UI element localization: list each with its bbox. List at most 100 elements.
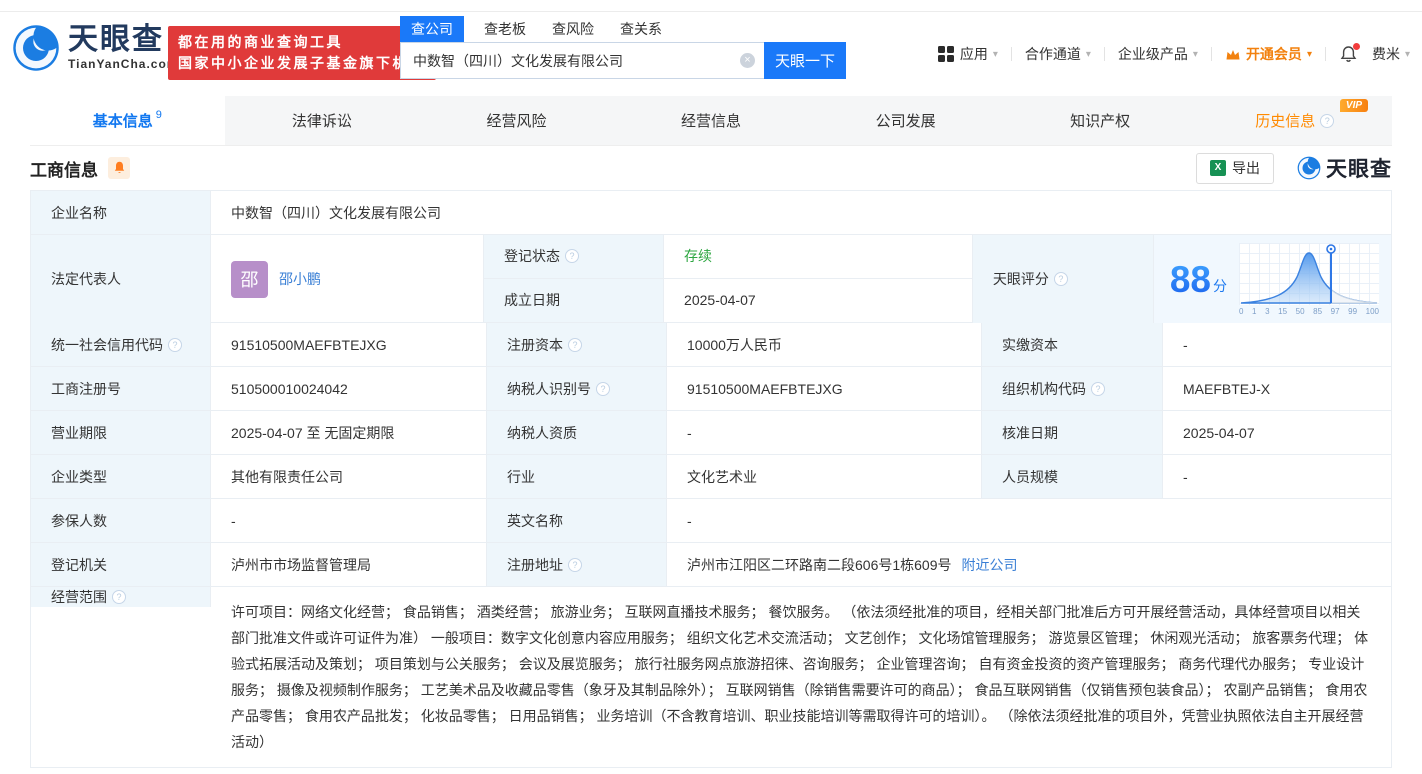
- menu-divider: [1211, 47, 1212, 61]
- score-axis-ticks: 0131550859799100: [1239, 307, 1379, 316]
- search-tab-risk[interactable]: 查风险: [552, 16, 594, 42]
- help-icon[interactable]: ?: [565, 249, 579, 263]
- english-name-value: -: [667, 499, 1391, 542]
- reg-authority-value: 泸州市市场监督管理局: [211, 543, 487, 586]
- english-name-label: 英文名称: [487, 499, 667, 542]
- score-number: 88: [1170, 261, 1211, 298]
- taxpayer-id-label: 纳税人识别号?: [487, 367, 667, 410]
- export-button[interactable]: X 导出: [1196, 153, 1274, 184]
- tab-company-development[interactable]: 公司发展: [808, 96, 1003, 145]
- tab-intellectual-property[interactable]: 知识产权: [1003, 96, 1198, 145]
- business-term-value: 2025-04-07 至 无固定期限: [211, 411, 487, 454]
- tab-basic-info[interactable]: 基本信息 9: [30, 96, 225, 145]
- taxpayer-id-value: 91510500MAEFBTEJXG: [667, 367, 982, 410]
- tyc-score-value[interactable]: 88 分: [1154, 235, 1391, 323]
- table-row: 企业类型 其他有限责任公司 行业 文化艺术业 人员规模 -: [31, 455, 1391, 499]
- business-info-table: 企业名称 中数智（四川）文化发展有限公司 法定代表人 邵 邵小鹏 登记状态 ? …: [30, 190, 1392, 768]
- reg-capital-label: 注册资本?: [487, 323, 667, 366]
- table-row: 营业期限 2025-04-07 至 无固定期限 纳税人资质 - 核准日期 202…: [31, 411, 1391, 455]
- reg-number-label: 工商注册号: [31, 367, 211, 410]
- brand-slogan-badge: 都在用的商业查询工具 国家中小企业发展子基金旗下机构: [168, 26, 436, 80]
- table-row: 登记机关 泸州市市场监督管理局 注册地址? 泸州市江阳区二环路南二段606号1栋…: [31, 543, 1391, 587]
- apps-grid-icon: [938, 46, 954, 62]
- bell-icon: [113, 161, 126, 175]
- help-icon[interactable]: ?: [596, 382, 610, 396]
- slogan-line1: 都在用的商业查询工具: [178, 32, 426, 53]
- credit-code-label: 统一社会信用代码?: [31, 323, 211, 366]
- help-icon[interactable]: ?: [112, 590, 126, 604]
- paid-capital-value: -: [1163, 323, 1391, 366]
- menu-user[interactable]: 费米 ▾: [1372, 44, 1410, 64]
- paid-capital-label: 实缴资本: [982, 323, 1163, 366]
- business-term-label: 营业期限: [31, 411, 211, 454]
- chevron-down-icon: ▾: [993, 49, 998, 60]
- monitor-bell-button[interactable]: [108, 157, 130, 179]
- company-name-label: 企业名称: [31, 191, 211, 234]
- search-tab-company[interactable]: 查公司: [400, 16, 464, 42]
- avatar[interactable]: 邵: [231, 261, 268, 298]
- search-tab-relation[interactable]: 查关系: [620, 16, 662, 42]
- vip-badge: VIP: [1340, 99, 1368, 112]
- tab-legal-litigation[interactable]: 法律诉讼: [225, 96, 420, 145]
- clear-search-icon[interactable]: ×: [740, 53, 755, 68]
- tab-operation-info[interactable]: 经营信息: [614, 96, 809, 145]
- notification-dot: [1353, 43, 1360, 50]
- status-date-subgrid: 登记状态 ? 存续 成立日期 2025-04-07: [484, 235, 973, 322]
- tab-history-info[interactable]: 历史信息 ? VIP: [1197, 96, 1392, 145]
- reg-address-value: 泸州市江阳区二环路南二段606号1栋609号 附近公司: [667, 543, 1391, 586]
- org-code-label: 组织机构代码?: [982, 367, 1163, 410]
- industry-value: 文化艺术业: [667, 455, 982, 498]
- reg-authority-label: 登记机关: [31, 543, 211, 586]
- menu-open-vip[interactable]: 开通会员 ▾: [1225, 44, 1312, 64]
- logo-text-cn: 天眼查: [68, 25, 178, 55]
- slogan-line2: 国家中小企业发展子基金旗下机构: [178, 53, 426, 74]
- search-input[interactable]: [400, 42, 764, 79]
- tianyancha-logo[interactable]: 天眼查 TianYanCha.com: [10, 22, 178, 74]
- tianyancha-swirl-icon: [1296, 155, 1322, 181]
- chevron-down-icon: ▾: [1307, 49, 1312, 60]
- help-icon[interactable]: ?: [1054, 272, 1068, 286]
- menu-divider: [1104, 47, 1105, 61]
- table-row: 经营范围? 许可项目：网络文化经营； 食品销售； 酒类经营； 旅游业务； 互联网…: [31, 587, 1391, 768]
- menu-partner-channel[interactable]: 合作通道 ▾: [1025, 44, 1091, 64]
- reg-status-value: 存续: [664, 235, 972, 278]
- page-header: 天眼查 TianYanCha.com 都在用的商业查询工具 国家中小企业发展子基…: [0, 0, 1422, 96]
- table-row: 企业名称 中数智（四川）文化发展有限公司: [31, 191, 1391, 235]
- notifications-bell-icon[interactable]: [1339, 45, 1358, 64]
- search-button[interactable]: 天眼一下: [764, 42, 846, 79]
- help-icon[interactable]: ?: [1091, 382, 1105, 396]
- establish-date-value: 2025-04-07: [664, 279, 972, 323]
- help-icon[interactable]: ?: [168, 338, 182, 352]
- chevron-down-icon: ▾: [1405, 49, 1410, 60]
- legal-rep-link[interactable]: 邵小鹏: [279, 269, 321, 289]
- credit-code-value: 91510500MAEFBTEJXG: [211, 323, 487, 366]
- legal-rep-label: 法定代表人: [31, 235, 211, 323]
- score-distribution-chart: 0131550859799100: [1239, 243, 1379, 316]
- search-tab-boss[interactable]: 查老板: [484, 16, 526, 42]
- menu-apps[interactable]: 应用 ▾: [938, 44, 998, 64]
- table-row: 统一社会信用代码? 91510500MAEFBTEJXG 注册资本? 10000…: [31, 323, 1391, 367]
- score-unit: 分: [1213, 276, 1227, 296]
- insured-count-label: 参保人数: [31, 499, 211, 542]
- org-code-value: MAEFBTEJ-X: [1163, 367, 1391, 410]
- help-icon[interactable]: ?: [1320, 114, 1334, 128]
- help-icon[interactable]: ?: [568, 338, 582, 352]
- tab-operation-risk[interactable]: 经营风险: [419, 96, 614, 145]
- top-divider: [0, 11, 1422, 12]
- staff-size-label: 人员规模: [982, 455, 1163, 498]
- taxpayer-quality-label: 纳税人资质: [487, 411, 667, 454]
- reg-address-label: 注册地址?: [487, 543, 667, 586]
- menu-enterprise-products[interactable]: 企业级产品 ▾: [1118, 44, 1198, 64]
- watermark-logo: 天眼查: [1296, 153, 1392, 183]
- reg-status-label: 登记状态 ?: [484, 235, 664, 278]
- approval-date-value: 2025-04-07: [1163, 411, 1391, 454]
- chevron-down-icon: ▾: [1193, 49, 1198, 60]
- help-icon[interactable]: ?: [568, 558, 582, 572]
- section-header: 工商信息 X 导出 天眼查: [30, 146, 1392, 190]
- nearby-companies-link[interactable]: 附近公司: [962, 555, 1018, 575]
- company-nav-tabs: 基本信息 9 法律诉讼 经营风险 经营信息 公司发展 知识产权 历史信息 ? V…: [30, 96, 1392, 146]
- excel-icon: X: [1210, 160, 1226, 176]
- header-menu: 应用 ▾ 合作通道 ▾ 企业级产品 ▾ 开通会员 ▾: [938, 44, 1410, 64]
- watermark-text: 天眼查: [1326, 153, 1392, 183]
- table-row: 工商注册号 510500010024042 纳税人识别号? 91510500MA…: [31, 367, 1391, 411]
